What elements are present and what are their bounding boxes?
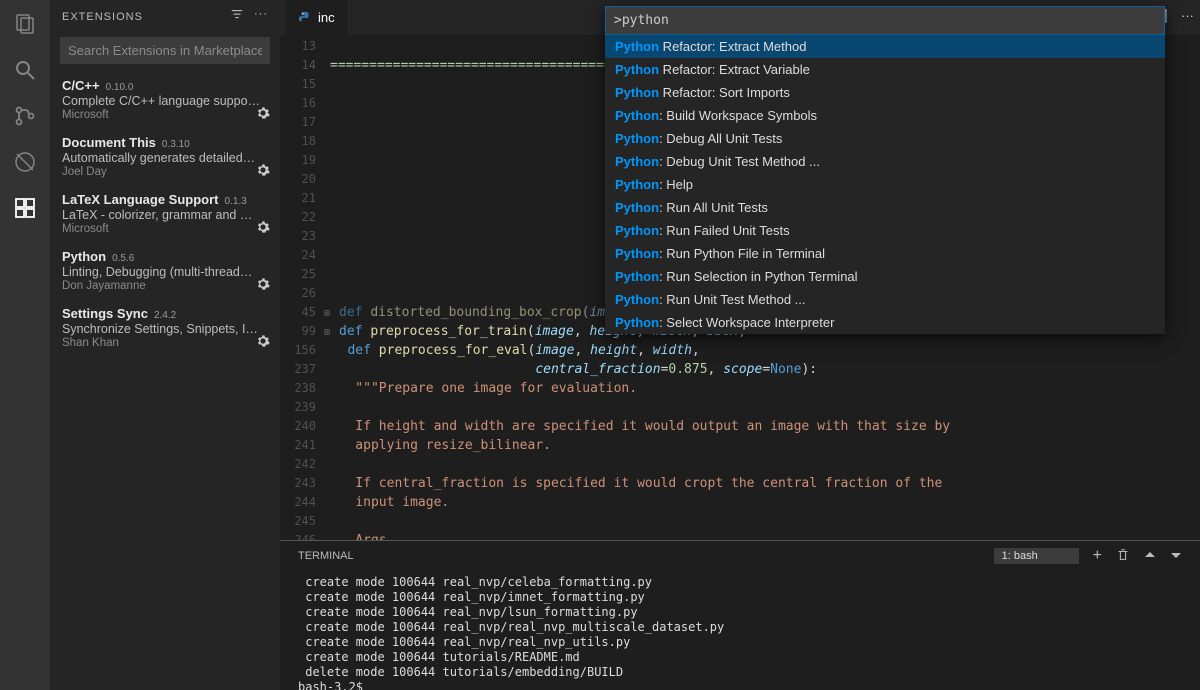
line-number: 240 — [280, 417, 316, 436]
command-palette: Python Refactor: Extract MethodPython Re… — [605, 6, 1165, 334]
extensions-sidebar: EXTENSIONS ··· C/C++ 0.10.0Complete C/C++… — [50, 0, 280, 690]
extension-version: 2.4.2 — [154, 310, 176, 321]
new-terminal-icon[interactable]: + — [1093, 547, 1102, 565]
extension-description: Complete C/C++ language suppo… — [62, 94, 268, 108]
line-number: 16 — [280, 94, 316, 113]
command-palette-item[interactable]: Python: Run All Unit Tests — [605, 196, 1165, 219]
editor-tab[interactable]: inc — [286, 0, 347, 35]
extension-publisher: Shan Khan — [62, 337, 268, 349]
extension-item[interactable]: Document This 0.3.10Automatically generat… — [50, 129, 280, 186]
extension-description: LaTeX - colorizer, grammar and … — [62, 208, 268, 222]
explorer-icon[interactable] — [11, 10, 39, 38]
extension-publisher: Joel Day — [62, 166, 268, 178]
line-number: 13 — [280, 37, 316, 56]
line-number: 245 — [280, 512, 316, 531]
clear-extensions-filter-icon[interactable] — [230, 8, 244, 25]
extension-publisher: Don Jayamanne — [62, 280, 268, 292]
line-number: 23 — [280, 227, 316, 246]
command-palette-input[interactable] — [605, 6, 1165, 35]
extension-item[interactable]: Python 0.5.6Linting, Debugging (multi-thr… — [50, 243, 280, 300]
line-number: 19 — [280, 151, 316, 170]
extension-item[interactable]: C/C++ 0.10.0Complete C/C++ language suppo… — [50, 72, 280, 129]
terminal-panel: TERMINAL 1: bash + create mode 100644 re… — [280, 540, 1200, 690]
command-palette-item[interactable]: Python: Help — [605, 173, 1165, 196]
extension-name: C/C++ — [62, 78, 100, 93]
extension-version: 0.1.3 — [225, 196, 247, 207]
command-palette-item[interactable]: Python: Select Workspace Interpreter — [605, 311, 1165, 334]
extension-publisher: Microsoft — [62, 223, 268, 235]
kill-terminal-icon[interactable] — [1116, 548, 1130, 565]
command-palette-item[interactable]: Python: Run Selection in Python Terminal — [605, 265, 1165, 288]
line-number: 20 — [280, 170, 316, 189]
line-number: 156 — [280, 341, 316, 360]
line-number: 246 — [280, 531, 316, 540]
command-palette-list: Python Refactor: Extract MethodPython Re… — [605, 35, 1165, 334]
line-number: 18 — [280, 132, 316, 151]
command-palette-item[interactable]: Python Refactor: Sort Imports — [605, 81, 1165, 104]
activity-bar — [0, 0, 50, 690]
line-number: 241 — [280, 436, 316, 455]
gear-icon[interactable] — [256, 106, 270, 123]
line-number: 21 — [280, 189, 316, 208]
extension-version: 0.5.6 — [112, 253, 134, 264]
extension-description: Synchronize Settings, Snippets, I… — [62, 322, 268, 336]
extension-version: 0.3.10 — [162, 139, 190, 150]
search-icon[interactable] — [11, 56, 39, 84]
maximize-terminal-icon[interactable] — [1144, 549, 1156, 564]
extension-version: 0.10.0 — [106, 82, 134, 93]
line-number: 26 — [280, 284, 316, 303]
line-number: 238 — [280, 379, 316, 398]
extension-name: Settings Sync — [62, 306, 148, 321]
tab-label: inc — [318, 10, 335, 25]
line-number: 25 — [280, 265, 316, 284]
extension-item[interactable]: LaTeX Language Support 0.1.3LaTeX - color… — [50, 186, 280, 243]
gear-icon[interactable] — [256, 334, 270, 351]
line-number: 17 — [280, 113, 316, 132]
gear-icon[interactable] — [256, 277, 270, 294]
command-palette-item[interactable]: Python: Build Workspace Symbols — [605, 104, 1165, 127]
extension-name: LaTeX Language Support — [62, 192, 219, 207]
source-control-icon[interactable] — [11, 102, 39, 130]
extension-description: Automatically generates detailed… — [62, 151, 268, 165]
command-palette-item[interactable]: Python: Run Python File in Terminal — [605, 242, 1165, 265]
line-number: 243 — [280, 474, 316, 493]
extension-item[interactable]: Settings Sync 2.4.2Synchronize Settings, … — [50, 300, 280, 357]
gear-icon[interactable] — [256, 220, 270, 237]
extension-publisher: Microsoft — [62, 109, 268, 121]
more-actions-icon[interactable]: ··· — [254, 8, 268, 25]
hide-terminal-icon[interactable] — [1170, 549, 1182, 564]
command-palette-item[interactable]: Python Refactor: Extract Method — [605, 35, 1165, 58]
line-number: 24 — [280, 246, 316, 265]
command-palette-item[interactable]: Python: Run Unit Test Method ... — [605, 288, 1165, 311]
extensions-search-input[interactable] — [60, 37, 270, 64]
extension-description: Linting, Debugging (multi-thread… — [62, 265, 268, 279]
command-palette-item[interactable]: Python: Debug Unit Test Method ... — [605, 150, 1165, 173]
command-palette-item[interactable]: Python: Debug All Unit Tests — [605, 127, 1165, 150]
gear-icon[interactable] — [256, 163, 270, 180]
terminal-title: TERMINAL — [298, 550, 354, 562]
terminal-dropdown[interactable]: 1: bash — [994, 548, 1079, 564]
more-icon[interactable]: ··· — [1181, 8, 1194, 27]
line-number: 45 — [280, 303, 316, 322]
line-number: 99 — [280, 322, 316, 341]
terminal-body[interactable]: create mode 100644 real_nvp/celeba_forma… — [280, 571, 1200, 690]
extensions-icon[interactable] — [11, 194, 39, 222]
extension-name: Python — [62, 249, 106, 264]
command-palette-item[interactable]: Python Refactor: Extract Variable — [605, 58, 1165, 81]
line-number: 237 — [280, 360, 316, 379]
line-number: 14 — [280, 56, 316, 75]
debug-icon[interactable] — [11, 148, 39, 176]
line-number: 244 — [280, 493, 316, 512]
line-number: 239 — [280, 398, 316, 417]
line-number: 242 — [280, 455, 316, 474]
line-number: 15 — [280, 75, 316, 94]
sidebar-title: EXTENSIONS — [62, 11, 143, 23]
command-palette-item[interactable]: Python: Run Failed Unit Tests — [605, 219, 1165, 242]
extension-name: Document This — [62, 135, 156, 150]
python-file-icon — [298, 11, 312, 25]
line-number: 22 — [280, 208, 316, 227]
extensions-list: C/C++ 0.10.0Complete C/C++ language suppo… — [50, 72, 280, 690]
